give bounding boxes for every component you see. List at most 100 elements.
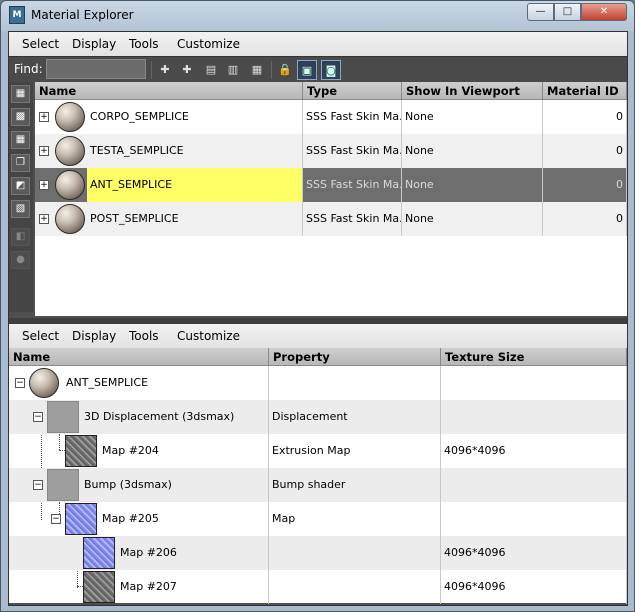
expand-icon[interactable]: + <box>39 180 49 190</box>
minimize-button[interactable]: — <box>527 3 554 21</box>
tree-row[interactable]: Map #204 Extrusion Map 4096*4096 <box>9 434 627 468</box>
collapse-icon[interactable]: − <box>33 480 43 490</box>
expand-icon[interactable]: + <box>39 214 49 224</box>
tree-node-property <box>269 366 441 400</box>
material-type: SSS Fast Skin Ma... <box>303 202 402 236</box>
material-viewport: None <box>402 202 543 236</box>
tree-row[interactable]: − ANT_SEMPLICE <box>9 366 627 400</box>
material-viewport: None <box>402 100 543 134</box>
material-name: POST_SEMPLICE <box>87 202 303 236</box>
collapse-icon[interactable]: − <box>33 412 43 422</box>
tree-row[interactable]: − 3D Displacement (3dsmax) Displacement <box>9 400 627 434</box>
material-sphere-thumbnail <box>29 368 59 398</box>
tree-node-texture-size <box>441 502 627 536</box>
material-sphere-thumbnail <box>55 136 85 166</box>
column-header-material-id[interactable]: Material ID <box>543 82 627 100</box>
delete-material-icon[interactable]: ▧ <box>11 200 30 218</box>
toolbar-separator <box>151 61 152 79</box>
material-sphere-thumbnail <box>55 170 85 200</box>
material-row[interactable]: + CORPO_SEMPLICE SSS Fast Skin Ma... Non… <box>35 100 627 134</box>
find-input[interactable] <box>46 59 146 79</box>
tree-node-texture-size <box>441 400 627 434</box>
menu-customize[interactable]: Customize <box>177 37 240 51</box>
title-bar[interactable]: M Material Explorer — □ ✕ <box>1 1 634 31</box>
material-id: 0 <box>543 134 627 168</box>
menu-tools[interactable]: Tools <box>129 329 159 343</box>
maximize-button[interactable]: □ <box>554 3 581 21</box>
material-list-grid: Name Type Show In Viewport Material ID +… <box>35 82 627 316</box>
close-button[interactable]: ✕ <box>581 3 627 21</box>
filter-map-icon[interactable]: ◙ <box>321 60 341 80</box>
material-row[interactable]: + POST_SEMPLICE SSS Fast Skin Ma... None… <box>35 202 627 236</box>
checker-grid-icon[interactable]: ▦ <box>11 131 30 149</box>
lock-icon[interactable]: 🔒 <box>275 60 295 80</box>
map-texture-thumbnail <box>83 537 115 569</box>
menu-tools[interactable]: Tools <box>129 37 159 51</box>
tree-row[interactable]: Map #206 4096*4096 <box>9 536 627 570</box>
tree-row[interactable]: − Map #205 Map <box>9 502 627 536</box>
tree-node-property: Map <box>269 502 441 536</box>
display-list-icon[interactable]: ▦ <box>11 85 30 103</box>
menu-select[interactable]: Select <box>22 329 59 343</box>
expand-icon[interactable]: + <box>39 146 49 156</box>
material-name: CORPO_SEMPLICE <box>87 100 303 134</box>
select-all-icon[interactable]: ✚ <box>155 60 175 80</box>
material-viewport: None <box>402 134 543 168</box>
tree-node-texture-size: 4096*4096 <box>441 570 627 604</box>
tree-node-property: Bump shader <box>269 468 441 502</box>
material-name: TESTA_SEMPLICE <box>87 134 303 168</box>
material-row[interactable]: + TESTA_SEMPLICE SSS Fast Skin Ma... Non… <box>35 134 627 168</box>
collapse-icon[interactable]: − <box>51 514 61 524</box>
material-type: SSS Fast Skin Ma... <box>303 168 402 202</box>
tree-row[interactable]: − Bump (3dsmax) Bump shader <box>9 468 627 502</box>
material-name: ANT_SEMPLICE <box>87 168 303 202</box>
select-material-icon[interactable]: ◩ <box>11 177 30 195</box>
layers-icon[interactable]: ❐ <box>11 154 30 172</box>
column-header-texture-size[interactable]: Texture Size <box>441 348 627 366</box>
tree-node-property: Displacement <box>269 400 441 434</box>
collapse-icon[interactable]: − <box>15 378 25 388</box>
sphere-icon[interactable]: ● <box>11 251 30 269</box>
tree-node-texture-size <box>441 366 627 400</box>
tree-node-texture-size <box>441 468 627 502</box>
material-id: 0 <box>543 168 627 202</box>
tree-node-name: Map #205 <box>99 502 269 536</box>
doc-import-icon[interactable]: ▦ <box>247 60 267 80</box>
menu-customize[interactable]: Customize <box>177 329 240 343</box>
app-3dsmax-icon: M <box>9 6 25 24</box>
column-header-type[interactable]: Type <box>303 82 402 100</box>
invert-icon[interactable]: ▤ <box>201 60 221 80</box>
tree-node-name: Map #204 <box>99 434 269 468</box>
toolbar-separator <box>271 61 272 79</box>
menu-select[interactable]: Select <box>22 37 59 51</box>
tree-node-name: Map #207 <box>117 570 269 604</box>
menu-display[interactable]: Display <box>72 329 116 343</box>
expand-icon[interactable]: + <box>39 112 49 122</box>
tree-node-property <box>269 570 441 604</box>
material-id: 0 <box>543 100 627 134</box>
tree-row[interactable]: Map #207 4096*4096 <box>9 570 627 604</box>
menu-display[interactable]: Display <box>72 37 116 51</box>
checker-icon[interactable]: ▩ <box>11 108 30 126</box>
column-header-show-in-viewport[interactable]: Show In Viewport <box>402 82 543 100</box>
tree-node-name: 3D Displacement (3dsmax) <box>81 400 269 434</box>
material-id: 0 <box>543 202 627 236</box>
tree-node-texture-size: 4096*4096 <box>441 536 627 570</box>
column-header-name[interactable]: Name <box>9 348 269 366</box>
doc-export-icon[interactable]: ▥ <box>223 60 243 80</box>
material-row-selected[interactable]: + ANT_SEMPLICE SSS Fast Skin Ma... None … <box>35 168 627 202</box>
tree-node-name: ANT_SEMPLICE <box>63 366 269 400</box>
tree-node-name: Map #206 <box>117 536 269 570</box>
top-menu-bar: Select Display Tools Customize <box>9 32 627 56</box>
material-type: SSS Fast Skin Ma... <box>303 134 402 168</box>
filter-scene-icon[interactable]: ▣ <box>297 60 317 80</box>
column-header-name[interactable]: Name <box>35 82 303 100</box>
material-sphere-thumbnail <box>55 102 85 132</box>
cube-icon[interactable]: ◧ <box>11 228 30 246</box>
select-none-icon[interactable]: ✚ <box>177 60 197 80</box>
map-texture-thumbnail <box>65 435 97 467</box>
column-header-property[interactable]: Property <box>269 348 441 366</box>
tree-node-name: Bump (3dsmax) <box>81 468 269 502</box>
tree-node-property <box>269 536 441 570</box>
left-toolbar: ▦ ▩ ▦ ❐ ◩ ▧ ◧ ● <box>9 82 33 312</box>
